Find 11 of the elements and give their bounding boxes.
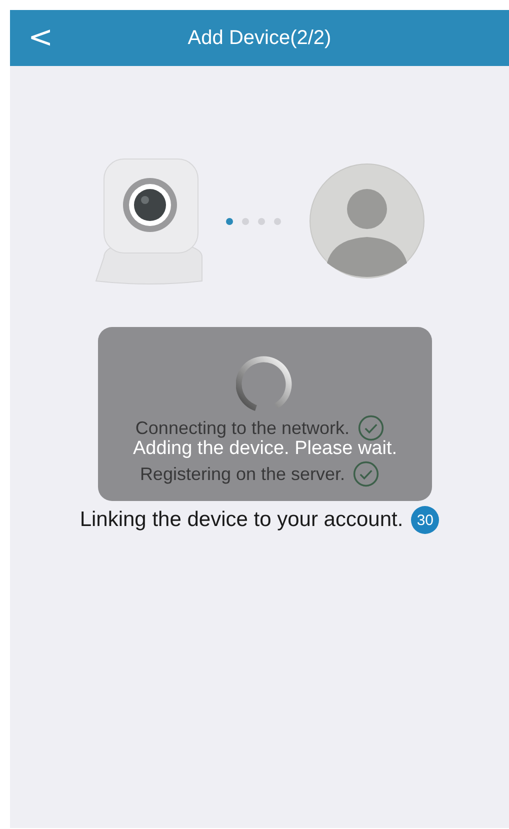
- step-text: Connecting to the network.: [135, 418, 350, 438]
- loading-spinner-icon: [236, 355, 294, 413]
- check-circle-icon: [353, 461, 380, 487]
- header-title: Add Device(2/2): [188, 26, 332, 50]
- avatar-icon: [309, 163, 425, 279]
- step-text: Registering on the server.: [140, 464, 346, 484]
- countdown-badge: 30: [411, 506, 440, 534]
- check-circle-icon: [358, 415, 384, 441]
- step-text: Linking the device to your account.: [80, 510, 404, 530]
- loading-message: Adding the device. Please wait.: [132, 438, 398, 460]
- back-button[interactable]: <: [24, 20, 58, 56]
